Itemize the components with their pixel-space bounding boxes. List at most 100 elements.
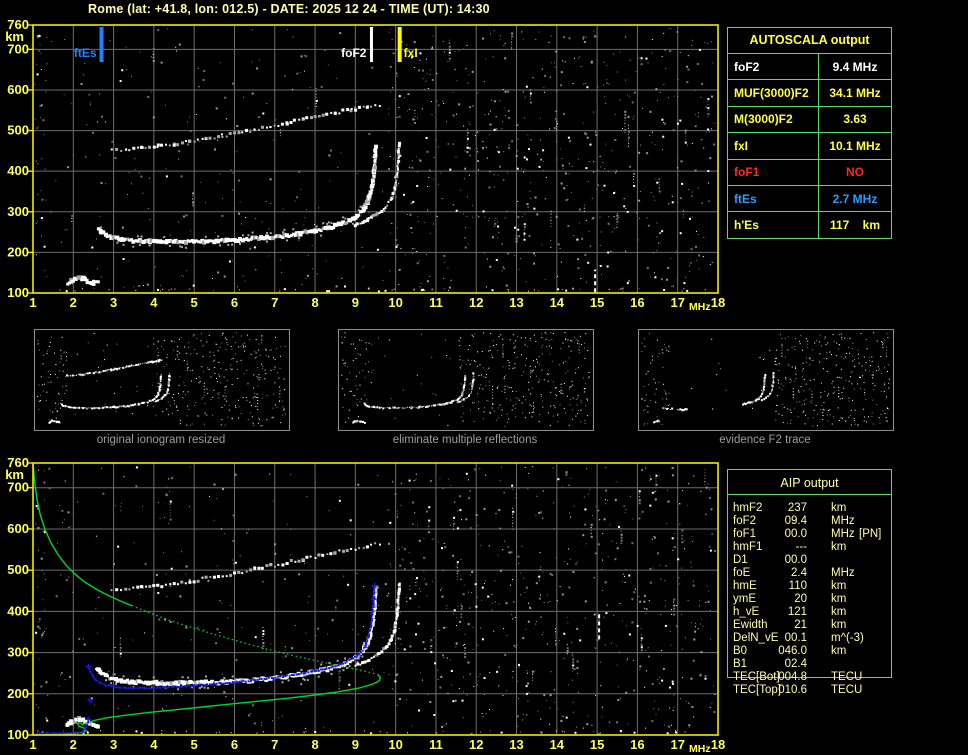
row-value: 00.0 [784,554,807,566]
row-label: B0 [733,645,748,657]
row-value: 20 [794,593,807,605]
frequency-markers: ftEs foF2 fxI [74,27,418,62]
table-row: foF1 00.0 MHz [PN] [727,528,890,541]
thumbnail-original-ionogram [34,329,290,431]
echo-traces [66,104,402,286]
row-value: --- [795,541,808,553]
svg-text:13: 13 [509,295,523,310]
svg-text:17: 17 [670,295,684,310]
row-value: 00.1 [784,632,807,644]
svg-text:300: 300 [7,204,29,219]
row-unit: km [831,502,847,514]
thumbnail-layers [341,332,590,427]
row-value: 34.1 MHz [829,86,881,101]
svg-text:14: 14 [550,295,565,310]
row-label: h'Es [728,212,819,238]
row-unit: MHz [831,515,855,527]
table-row: TEC[Top] 010.6 TECU [727,684,890,697]
svg-text:8: 8 [311,295,318,310]
thumbnail-caption-reflections: eliminate multiple reflections [392,434,538,446]
thumbnail-eliminate-reflections-image [341,332,590,427]
row-value: 2.4 [791,567,807,579]
thumbnail-layers [641,332,890,427]
row-unit: MHz [831,528,855,540]
svg-text:500: 500 [7,123,29,138]
row-value: 21 [794,619,807,631]
table-row: fxI 10.1 MHz [728,133,891,160]
plot-layers: 760700600500400300200100km1 2 3 4 5 6 7 8 9 10 11 1… [5,17,725,313]
thumbnail-evidence-f2-trace [638,329,894,431]
row-unit: m^(-3) [831,632,864,644]
row-label: MUF(3000)F2 [728,80,819,106]
row-label: B1 [733,658,748,670]
table-row: hmF2 237 km [727,502,890,515]
svg-text:7: 7 [271,295,278,310]
row-value: 02.4 [784,658,807,670]
svg-text:4: 4 [150,295,158,310]
row-unit: TECU [831,671,863,683]
row-value: 121 [787,606,807,618]
row-value: NO [846,165,864,180]
row-value: 110 [788,580,807,592]
row-label: foE [733,567,751,579]
row-value: 117 km [829,218,881,233]
row-value: 2.7 MHz [832,191,878,206]
row-unit: km [831,606,847,618]
row-label: foF1 [728,159,819,185]
table-row: ymE 20 km [727,593,890,606]
table-row: B1 02.4 [727,658,890,671]
svg-text:MHz: MHz [689,301,711,313]
svg-text:1: 1 [29,295,36,310]
svg-text:2: 2 [70,295,77,310]
table-row: hmE 110 km [727,580,890,593]
svg-text:3: 3 [110,295,117,310]
svg-text:foF2: foF2 [341,46,367,60]
table-row: foF1 NO [728,159,891,186]
svg-text:10: 10 [388,295,402,310]
row-label: foF1 [733,528,757,540]
table-row: M(3000)F2 3.63 [728,106,891,134]
plot-layers: 760700600500400300200100km1 2 3 4 5 6 7 8 9 10 11 1… [5,455,725,755]
autoscala-output-screen: Rome (lat: +41.8, lon: 012.5) - DATE: 20… [0,0,968,755]
profile-and-scaled-trace [32,463,382,736]
svg-text:16: 16 [630,295,644,310]
row-label: D1 [733,554,748,566]
thumbnail-original-ionogram-image [37,332,286,427]
table-row: DelN_vE 00.1 m^(-3) [727,632,890,645]
autoscala-table-rows: foF2 9.4 MHz MUF(3000)F2 34.1 MHz M(3000)F2 3… [728,54,891,238]
table-row: ftEs 2.7 MHz [728,185,891,213]
row-unit: TECU [831,684,863,696]
row-unit: km [831,580,847,592]
svg-text:9: 9 [352,295,359,310]
table-row: foF2 09.4 MHz [727,515,890,528]
row-value: 010.6 [778,684,807,696]
svg-text:600: 600 [7,82,29,97]
svg-text:5: 5 [191,295,198,310]
svg-text:ftEs: ftEs [74,46,97,60]
svg-text:fxI: fxI [404,46,418,60]
table-row: D1 00.0 [727,554,890,567]
svg-text:12: 12 [469,295,483,310]
aip-table-rows: hmF2 237 km foF2 09.4 MHz foF1 00.0 MHz [PN] hmF1-… [727,502,890,697]
autoscala-output-table: AUTOSCALA output foF2 9.4 MHz MUF(3000)F2 3… [727,27,892,239]
row-unit: km [831,619,847,631]
row-unit: km [831,541,847,553]
table-row: foE 2.4 MHz [727,567,890,580]
table-row: Ewidth 21 km [727,619,890,632]
thumbnail-layers [37,332,286,427]
row-value: 00.0 [784,528,807,540]
row-label: hmE [733,580,757,592]
table-row: TEC[Bot] 004.8 TECU [727,671,890,684]
table-row: hmF1 --- km [727,541,890,554]
table-row: MUF(3000)F2 34.1 MHz [728,80,891,107]
row-value: 046.0 [778,645,807,657]
row-value: 10.1 MHz [829,138,881,153]
top-ionogram-plot: 760700600500400300200100km1 2 3 4 5 6 7 8 9 10 11 1… [5,17,725,313]
autoscala-table-title: AUTOSCALA output [728,28,891,54]
thumbnail-caption-original: original ionogram resized [96,434,226,446]
svg-text:km: km [5,29,24,44]
table-row: foF2 9.4 MHz [728,54,891,81]
row-note: [PN] [859,528,882,540]
row-unit: km [831,593,847,605]
row-label: fxI [728,133,819,159]
